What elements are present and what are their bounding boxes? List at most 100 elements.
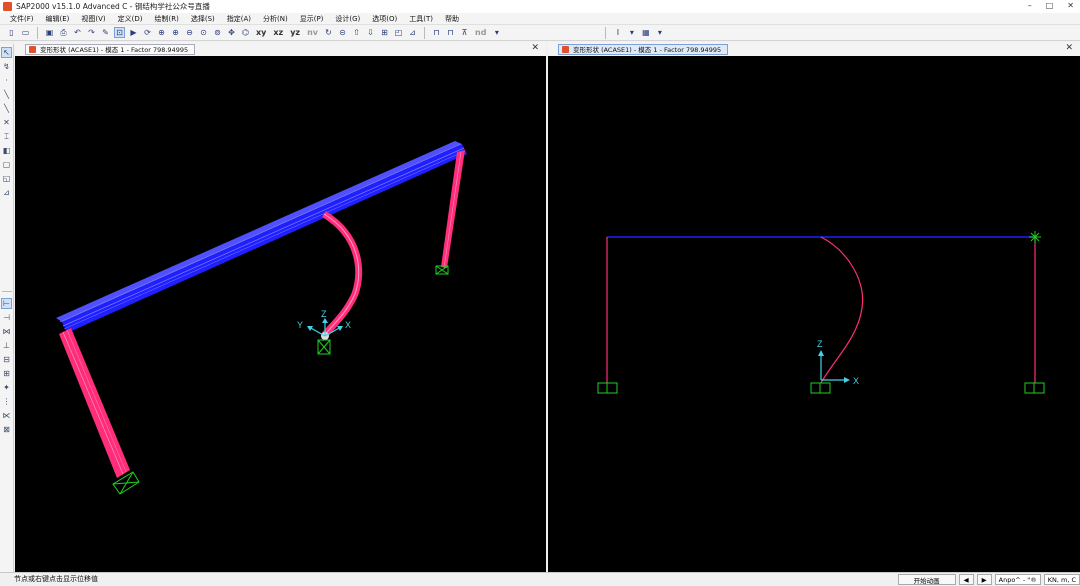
- zoom-window-icon[interactable]: ⊕: [156, 27, 167, 38]
- draw-link-icon[interactable]: ⊿: [1, 187, 12, 198]
- display-table-icon[interactable]: ▦: [640, 27, 651, 38]
- zoom-fit-icon[interactable]: ⊚: [212, 27, 223, 38]
- menu-define[interactable]: 定义(D): [118, 14, 143, 24]
- print-icon[interactable]: ⎙: [58, 27, 69, 38]
- select-all-icon[interactable]: ⊢: [1, 298, 12, 309]
- i-section-icon[interactable]: I: [612, 27, 623, 38]
- support-right-3d[interactable]: [435, 265, 449, 275]
- menu-tools[interactable]: 工具(T): [409, 14, 433, 24]
- dropdown-arrow-icon[interactable]: ▾: [654, 27, 665, 38]
- nd-view-button[interactable]: nd: [473, 27, 488, 38]
- close-view-button[interactable]: ✕: [531, 43, 539, 53]
- draw-frame-icon[interactable]: ╲: [1, 89, 12, 100]
- frame-portal-braced-icon[interactable]: ⊓: [445, 27, 456, 38]
- menu-options[interactable]: 选项(O): [372, 14, 397, 24]
- next-mode-icon[interactable]: ▶: [976, 574, 992, 585]
- truss-icon[interactable]: ⊼: [459, 27, 470, 38]
- nv-view-button[interactable]: nv: [305, 27, 320, 38]
- menu-file[interactable]: 文件(F): [10, 14, 34, 24]
- support-middle-3d[interactable]: [317, 339, 331, 355]
- menu-draw[interactable]: 绘制(R): [155, 14, 179, 24]
- reshape-icon[interactable]: ↯: [1, 61, 12, 72]
- xz-view-button[interactable]: xz: [271, 27, 285, 38]
- deselect-icon[interactable]: ⊥: [1, 340, 12, 351]
- assign-icon[interactable]: ⊿: [407, 27, 418, 38]
- 3d-view-icon[interactable]: ⌬: [240, 27, 251, 38]
- draw-line-icon[interactable]: ╲: [1, 103, 12, 114]
- move-up-icon[interactable]: ⇧: [351, 27, 362, 38]
- minimize-button[interactable]: –: [1028, 1, 1032, 10]
- view-tab-3d[interactable]: 变形形状 (ACASE1) - 模态 1 - Factor 798.94995: [25, 43, 196, 55]
- run-analysis-icon[interactable]: ▶: [128, 27, 139, 38]
- redo-icon[interactable]: ↷: [86, 27, 97, 38]
- snap-grid-icon[interactable]: ⊠: [1, 424, 12, 435]
- menu-analyze[interactable]: 分析(N): [263, 14, 288, 24]
- maximize-button[interactable]: □: [1046, 1, 1054, 10]
- column-middle-3d[interactable]: [321, 211, 363, 339]
- assign-restraint-icon[interactable]: ⊞: [1, 368, 12, 379]
- select-previous-icon[interactable]: ⊣: [1, 312, 12, 323]
- clear-selection-icon[interactable]: ⊟: [1, 354, 12, 365]
- close-button[interactable]: ✕: [1067, 1, 1074, 10]
- perspective-icon[interactable]: ⊝: [337, 27, 348, 38]
- 3d-viewport[interactable]: Z X Y: [15, 56, 546, 572]
- pencil-icon[interactable]: ✎: [100, 27, 111, 38]
- set-display-options-icon[interactable]: ⊞: [379, 27, 390, 38]
- rotate-view-icon[interactable]: ↻: [323, 27, 334, 38]
- menu-select[interactable]: 选择(S): [191, 14, 215, 24]
- refresh-icon[interactable]: ⟳: [142, 27, 153, 38]
- previous-mode-icon[interactable]: ◀: [958, 574, 974, 585]
- draw-point-icon[interactable]: ·: [1, 75, 12, 86]
- save-icon[interactable]: ▣: [44, 27, 55, 38]
- move-down-icon[interactable]: ⇩: [365, 27, 376, 38]
- view-tab-title: 变形形状 (ACASE1) - 模态 1 - Factor 798.94995: [573, 46, 722, 54]
- pan-icon[interactable]: ✥: [226, 27, 237, 38]
- dropdown-arrow-icon[interactable]: ▾: [626, 27, 637, 38]
- draw-brace-icon[interactable]: ✕: [1, 117, 12, 128]
- joint-marker-2d[interactable]: [1029, 231, 1041, 243]
- zoom-previous-icon[interactable]: ⊙: [198, 27, 209, 38]
- select-intersect-icon[interactable]: ⋈: [1, 326, 12, 337]
- coordinate-system-dropdown[interactable]: Anpo^ - "®: [994, 574, 1041, 585]
- frame-portal-icon[interactable]: ⊓: [431, 27, 442, 38]
- units-dropdown[interactable]: KN, m, C: [1043, 574, 1080, 585]
- zoom-out-icon[interactable]: ⊖: [184, 27, 195, 38]
- draw-frame-cable-icon[interactable]: ⌶: [1, 131, 12, 142]
- beam-3d[interactable]: [56, 141, 467, 333]
- 2d-viewport[interactable]: Z X: [548, 56, 1080, 572]
- show-deformed-icon[interactable]: ◰: [393, 27, 404, 38]
- undo-icon[interactable]: ↶: [72, 27, 83, 38]
- menu-help[interactable]: 帮助: [445, 14, 459, 24]
- menu-display[interactable]: 显示(P): [300, 14, 324, 24]
- left-view-pane: 变形形状 (ACASE1) - 模态 1 - Factor 798.94995 …: [15, 42, 546, 572]
- snap-points-icon[interactable]: ✦: [1, 382, 12, 393]
- coordinate-axes-2d: [818, 350, 850, 383]
- column-right-3d[interactable]: [441, 150, 465, 269]
- pointer-icon[interactable]: ↖: [1, 47, 12, 58]
- view-icon: [562, 45, 569, 53]
- draw-area-icon[interactable]: ◧: [1, 145, 12, 156]
- draw-poly-icon[interactable]: ◱: [1, 173, 12, 184]
- xy-view-button[interactable]: xy: [254, 27, 268, 38]
- lock-icon[interactable]: ⊡: [114, 27, 125, 38]
- menu-assign[interactable]: 指定(A): [227, 14, 251, 24]
- status-message: 节点或右键点击显示位移值: [14, 575, 98, 583]
- menu-edit[interactable]: 编辑(E): [46, 14, 70, 24]
- left-pane-header: 变形形状 (ACASE1) - 模态 1 - Factor 798.94995 …: [15, 42, 546, 56]
- dropdown-arrow-icon[interactable]: ▾: [491, 27, 502, 38]
- snap-intersection-icon[interactable]: ⋉: [1, 410, 12, 421]
- close-view-button[interactable]: ✕: [1065, 43, 1073, 53]
- zoom-in-icon[interactable]: ⊕: [170, 27, 181, 38]
- snap-ends-icon[interactable]: ⋮: [1, 396, 12, 407]
- column-middle-2d[interactable]: [820, 236, 864, 384]
- draw-solid-icon[interactable]: ▢: [1, 159, 12, 170]
- start-animation-button[interactable]: 开始动画: [897, 574, 956, 585]
- menu-design[interactable]: 设计(G): [335, 14, 360, 24]
- view-tab-2d[interactable]: 变形形状 (ACASE1) - 模态 1 - Factor 798.94995: [558, 43, 729, 55]
- yz-view-button[interactable]: yz: [288, 27, 302, 38]
- menu-view[interactable]: 视图(V): [81, 14, 105, 24]
- open-folder-icon[interactable]: ▭: [20, 27, 31, 38]
- new-file-icon[interactable]: ▯: [6, 27, 17, 38]
- status-controls: 开始动画 ◀ ▶ Anpo^ - "® KN, m, C: [897, 573, 1080, 586]
- column-left-3d[interactable]: [59, 328, 130, 478]
